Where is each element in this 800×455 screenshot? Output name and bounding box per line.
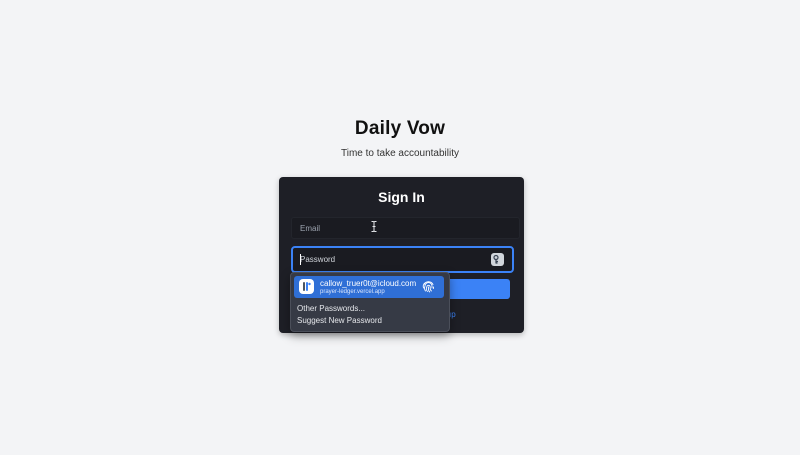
key-icon	[493, 254, 499, 264]
ibeam-cursor-icon	[371, 221, 377, 232]
password-key-button[interactable]	[491, 253, 504, 266]
email-field[interactable]	[291, 217, 520, 239]
password-field[interactable]	[293, 248, 490, 271]
other-passwords-option[interactable]: Other Passwords...	[297, 304, 365, 313]
page: Daily Vow Time to take accountability Si…	[0, 0, 800, 455]
sign-in-button[interactable]	[440, 279, 510, 299]
passwords-app-icon	[299, 279, 314, 294]
password-field-container	[291, 246, 514, 273]
suggestion-username: callow_truer0t@icloud.com	[320, 279, 417, 288]
app-title: Daily Vow	[354, 118, 446, 139]
suggestion-site: prayer-ledger.vercel.app	[320, 289, 385, 295]
autofill-popup: callow_truer0t@icloud.com prayer-ledger.…	[290, 272, 450, 332]
autofill-suggestion[interactable]: callow_truer0t@icloud.com prayer-ledger.…	[294, 276, 444, 298]
suggest-new-password-option[interactable]: Suggest New Password	[297, 316, 382, 325]
text-caret	[300, 254, 301, 265]
signin-heading: Sign In	[378, 189, 425, 205]
signup-link[interactable]: ıp	[449, 310, 456, 319]
fingerprint-icon	[422, 281, 434, 293]
app-subtitle: Time to take accountability	[340, 148, 460, 159]
